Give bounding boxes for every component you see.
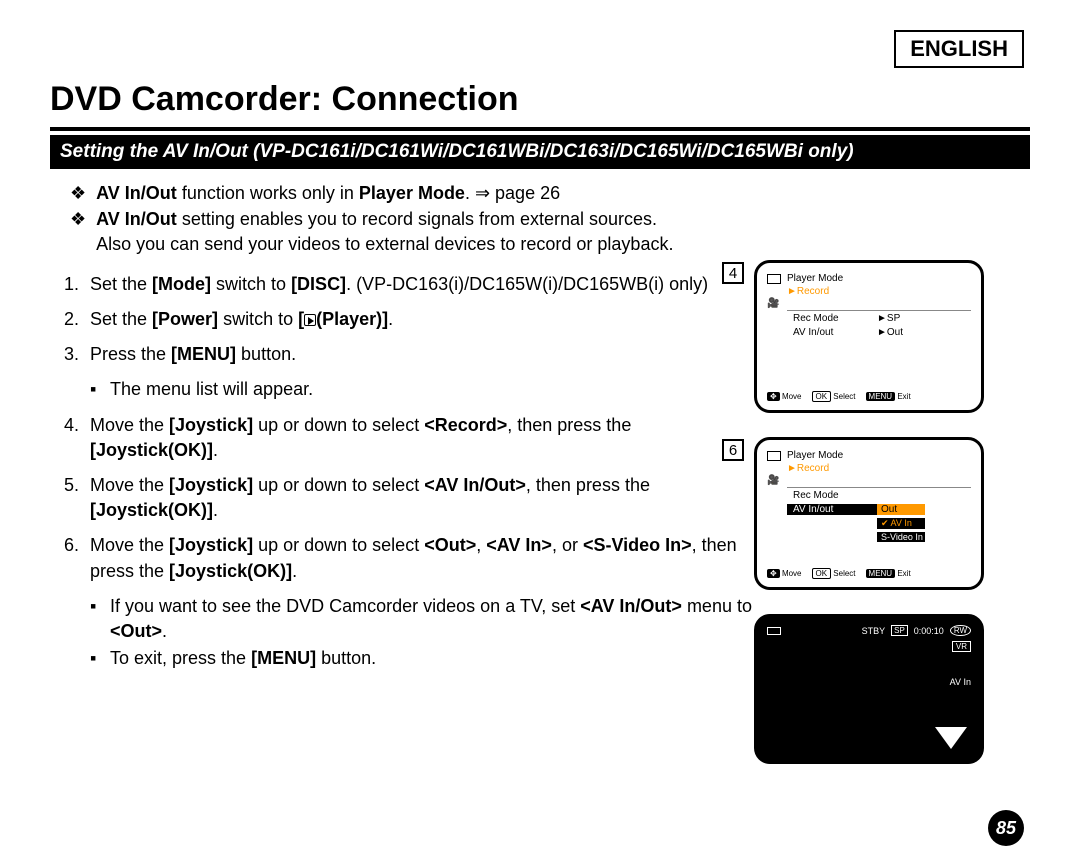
intro-line-1: AV In/Out function works only in Player … [96,181,560,205]
camera-icon [767,451,781,461]
figure-number-6: 6 [722,439,744,461]
intro-block: ❖ AV In/Out function works only in Playe… [50,181,1030,256]
square-bullet-icon: ▪ [90,377,110,402]
figure-6: 6 Player Mode ►Record 🎥 Rec Mode AV In/o… [754,437,1024,590]
osd-item-value: ►Out [877,327,925,338]
sp-badge: SP [891,625,908,636]
osd-item-highlight: AV In/out [787,504,877,515]
step-3-sub: The menu list will appear. [110,377,313,402]
player-icon [304,314,316,326]
section-subheading: Setting the AV In/Out (VP-DC161i/DC161Wi… [50,135,1030,169]
osd-item-value: ►SP [877,313,925,324]
square-bullet-icon: ▪ [90,646,110,671]
battery-icon [767,627,781,635]
step-6-sub-2: To exit, press the [MENU] button. [110,646,376,671]
avin-label: AV In [950,677,971,687]
intro-line-2: AV In/Out setting enables you to record … [96,207,673,256]
camera-icon [767,274,781,284]
figure-4: 4 Player Mode ►Record 🎥 Rec Mode►SP AV I… [754,260,1024,413]
stby-label: STBY [862,626,886,636]
vr-badge: VR [952,641,971,652]
dpad-icon: ✥ [767,392,780,401]
osd-section-record: ►Record [787,286,971,297]
step-3: Press the [MENU] button. [90,342,296,367]
dpad-icon: ✥ [767,569,780,578]
menu-icon: MENU [866,569,896,578]
page-number: 85 [988,810,1024,846]
preview-screen: STBY SP 0:00:10 RW VR AV In [754,614,984,764]
menu-icon: MENU [866,392,896,401]
step-5: Move the [Joystick] up or down to select… [90,473,764,523]
step-6-sub-1: If you want to see the DVD Camcorder vid… [110,594,764,644]
figure-number-4: 4 [722,262,744,284]
ok-icon: OK [812,568,832,579]
title-rule [50,127,1030,131]
diamond-bullet-icon: ❖ [70,207,86,231]
rw-badge: RW [950,625,971,636]
step-4: Move the [Joystick] up or down to select… [90,413,764,463]
step-1: Set the [Mode] switch to [DISC]. (VP-DC1… [90,272,708,297]
figure-preview: STBY SP 0:00:10 RW VR AV In [754,614,1024,764]
square-bullet-icon: ▪ [90,594,110,619]
steps-list: 1.Set the [Mode] switch to [DISC]. (VP-D… [64,272,764,671]
triangle-icon [935,727,967,749]
osd-sub-option: ✔ AV In [877,518,925,529]
osd-item-label: AV In/out [787,327,877,338]
time-label: 0:00:10 [914,626,944,636]
diamond-bullet-icon: ❖ [70,181,86,205]
page-title: DVD Camcorder: Connection [50,80,1030,119]
camcorder-icon: 🎥 [767,298,781,309]
osd-sub-option: S-Video In [877,532,925,542]
osd-footer: ✥ Move OK Select MENU Exit [767,568,971,579]
ok-icon: OK [812,391,832,402]
osd-screen-4: Player Mode ►Record 🎥 Rec Mode►SP AV In/… [754,260,984,413]
osd-screen-6: Player Mode ►Record 🎥 Rec Mode AV In/out… [754,437,984,590]
osd-item-label: Rec Mode [787,313,877,324]
osd-item-label: Rec Mode [787,490,877,501]
osd-section-record: ►Record [787,463,971,474]
osd-mode-label: Player Mode [787,450,843,461]
osd-mode-label: Player Mode [787,273,843,284]
camcorder-icon: 🎥 [767,475,781,486]
step-2: Set the [Power] switch to [(Player)]. [90,307,393,332]
osd-item-highlight-value: Out [877,504,925,515]
osd-footer: ✥ Move OK Select MENU Exit [767,391,971,402]
language-tag: ENGLISH [894,30,1024,68]
step-6: Move the [Joystick] up or down to select… [90,533,764,583]
